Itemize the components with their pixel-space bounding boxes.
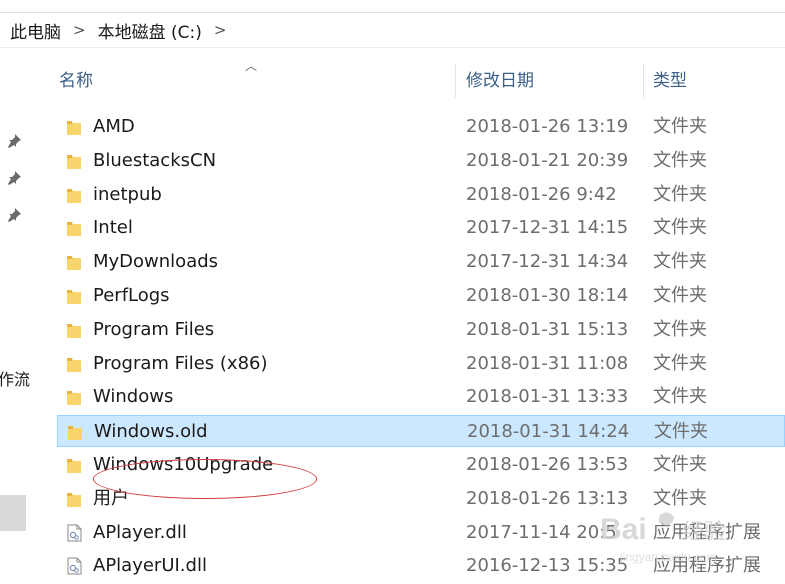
breadcrumb-this-pc[interactable]: 此电脑 (6, 18, 65, 43)
nav-item-label[interactable]: 作流 (0, 366, 30, 390)
baidu-watermark: Bai 经验 jingyan.baidu.com (600, 512, 726, 564)
watermark-url: jingyan.baidu.com (619, 550, 717, 564)
file-name[interactable]: BluestacksCN (93, 145, 216, 177)
folder-icon (68, 426, 82, 440)
dll-file-icon (67, 524, 82, 542)
folder-icon (67, 222, 81, 236)
folder-icon (67, 290, 81, 304)
file-name[interactable]: Program Files (x86) (93, 348, 268, 380)
column-header: 名称 修改日期 类型 (55, 64, 785, 98)
folder-icon (67, 189, 81, 203)
column-date-modified[interactable]: 修改日期 (466, 64, 534, 98)
file-row[interactable]: MyDownloads 2017-12-31 14:34 文件夹 (57, 246, 785, 278)
file-type: 文件夹 (653, 184, 707, 205)
title-strip (0, 0, 785, 13)
column-name[interactable]: 名称 (59, 64, 93, 98)
file-list: ︿ 名称 修改日期 类型 AMD 2018-01-26 13:19 文件夹 Blues… (55, 48, 785, 584)
breadcrumb: 此电脑 > 本地磁盘 (C:) > (0, 13, 785, 47)
file-row[interactable]: Program Files (x86) 2018-01-31 11:08 文件夹 (57, 348, 785, 380)
dll-file-icon (67, 557, 82, 575)
file-name[interactable]: 用户 (93, 483, 129, 515)
column-type[interactable]: 类型 (653, 64, 687, 98)
folder-icon (67, 155, 81, 169)
file-type: 文件夹 (653, 454, 707, 475)
nav-item-selected[interactable] (0, 495, 26, 531)
watermark-suffix: 经验 (682, 520, 726, 545)
file-type: 文件夹 (653, 251, 707, 272)
file-name[interactable]: MyDownloads (93, 246, 218, 278)
file-date-modified: 2018-01-26 13:53 (466, 454, 629, 475)
file-row[interactable]: Windows10Upgrade 2018-01-26 13:53 文件夹 (57, 449, 785, 481)
file-type: 文件夹 (654, 421, 708, 442)
file-row[interactable]: Windows 2018-01-31 13:33 文件夹 (57, 381, 785, 413)
file-name[interactable]: Windows10Upgrade (93, 449, 273, 481)
file-name[interactable]: APlayerUI.dll (93, 550, 207, 582)
file-type: 文件夹 (653, 116, 707, 137)
pin-icon[interactable] (6, 207, 22, 223)
file-row[interactable]: PerfLogs 2018-01-30 18:14 文件夹 (57, 280, 785, 312)
folder-icon (67, 391, 81, 405)
file-row[interactable]: BluestacksCN 2018-01-21 20:39 文件夹 (57, 145, 785, 177)
column-divider[interactable] (643, 64, 644, 98)
file-date-modified: 2018-01-31 13:33 (466, 386, 629, 407)
file-row[interactable]: inetpub 2018-01-26 9:42 文件夹 (57, 179, 785, 211)
file-date-modified: 2017-12-31 14:15 (466, 217, 629, 238)
file-row[interactable]: AMD 2018-01-26 13:19 文件夹 (57, 111, 785, 143)
file-type: 文件夹 (653, 150, 707, 171)
pin-icon[interactable] (6, 170, 22, 186)
file-date-modified: 2018-01-21 20:39 (466, 150, 629, 171)
file-date-modified: 2018-01-26 13:19 (466, 116, 629, 137)
file-date-modified: 2018-01-31 11:08 (466, 353, 629, 374)
file-date-modified: 2018-01-30 18:14 (466, 285, 629, 306)
file-row[interactable]: Program Files 2018-01-31 15:13 文件夹 (57, 314, 785, 346)
file-date-modified: 2017-12-31 14:34 (466, 251, 629, 272)
file-date-modified: 2018-01-31 14:24 (467, 421, 630, 442)
file-row[interactable]: Windows.old 2018-01-31 14:24 文件夹 (57, 415, 785, 447)
folder-icon (67, 493, 81, 507)
folder-icon (67, 358, 81, 372)
paw-icon (658, 512, 674, 526)
file-name[interactable]: Windows (93, 381, 173, 413)
file-row[interactable]: Intel 2017-12-31 14:15 文件夹 (57, 212, 785, 244)
folder-icon (67, 324, 81, 338)
chevron-right-icon[interactable]: > (214, 21, 227, 39)
file-date-modified: 2018-01-26 9:42 (466, 184, 617, 205)
file-type: 文件夹 (653, 217, 707, 238)
pin-icon[interactable] (6, 133, 22, 149)
file-type: 文件夹 (653, 285, 707, 306)
file-name[interactable]: Intel (93, 212, 133, 244)
folder-icon (67, 459, 81, 473)
column-divider[interactable] (455, 64, 456, 98)
folder-icon (67, 121, 81, 135)
file-name[interactable]: PerfLogs (93, 280, 170, 312)
file-type: 文件夹 (653, 353, 707, 374)
navigation-pane: 作流 (0, 48, 42, 584)
file-name[interactable]: Windows.old (94, 416, 208, 448)
file-name[interactable]: AMD (93, 111, 135, 143)
file-name[interactable]: inetpub (93, 179, 162, 211)
chevron-right-icon[interactable]: > (73, 21, 86, 39)
file-name[interactable]: APlayer.dll (93, 517, 187, 549)
file-name[interactable]: Program Files (93, 314, 214, 346)
file-type: 文件夹 (653, 319, 707, 340)
breadcrumb-local-disk[interactable]: 本地磁盘 (C:) (94, 18, 206, 43)
file-type: 文件夹 (653, 386, 707, 407)
file-date-modified: 2018-01-31 15:13 (466, 319, 629, 340)
watermark-brand: Bai (600, 513, 647, 546)
folder-icon (67, 256, 81, 270)
